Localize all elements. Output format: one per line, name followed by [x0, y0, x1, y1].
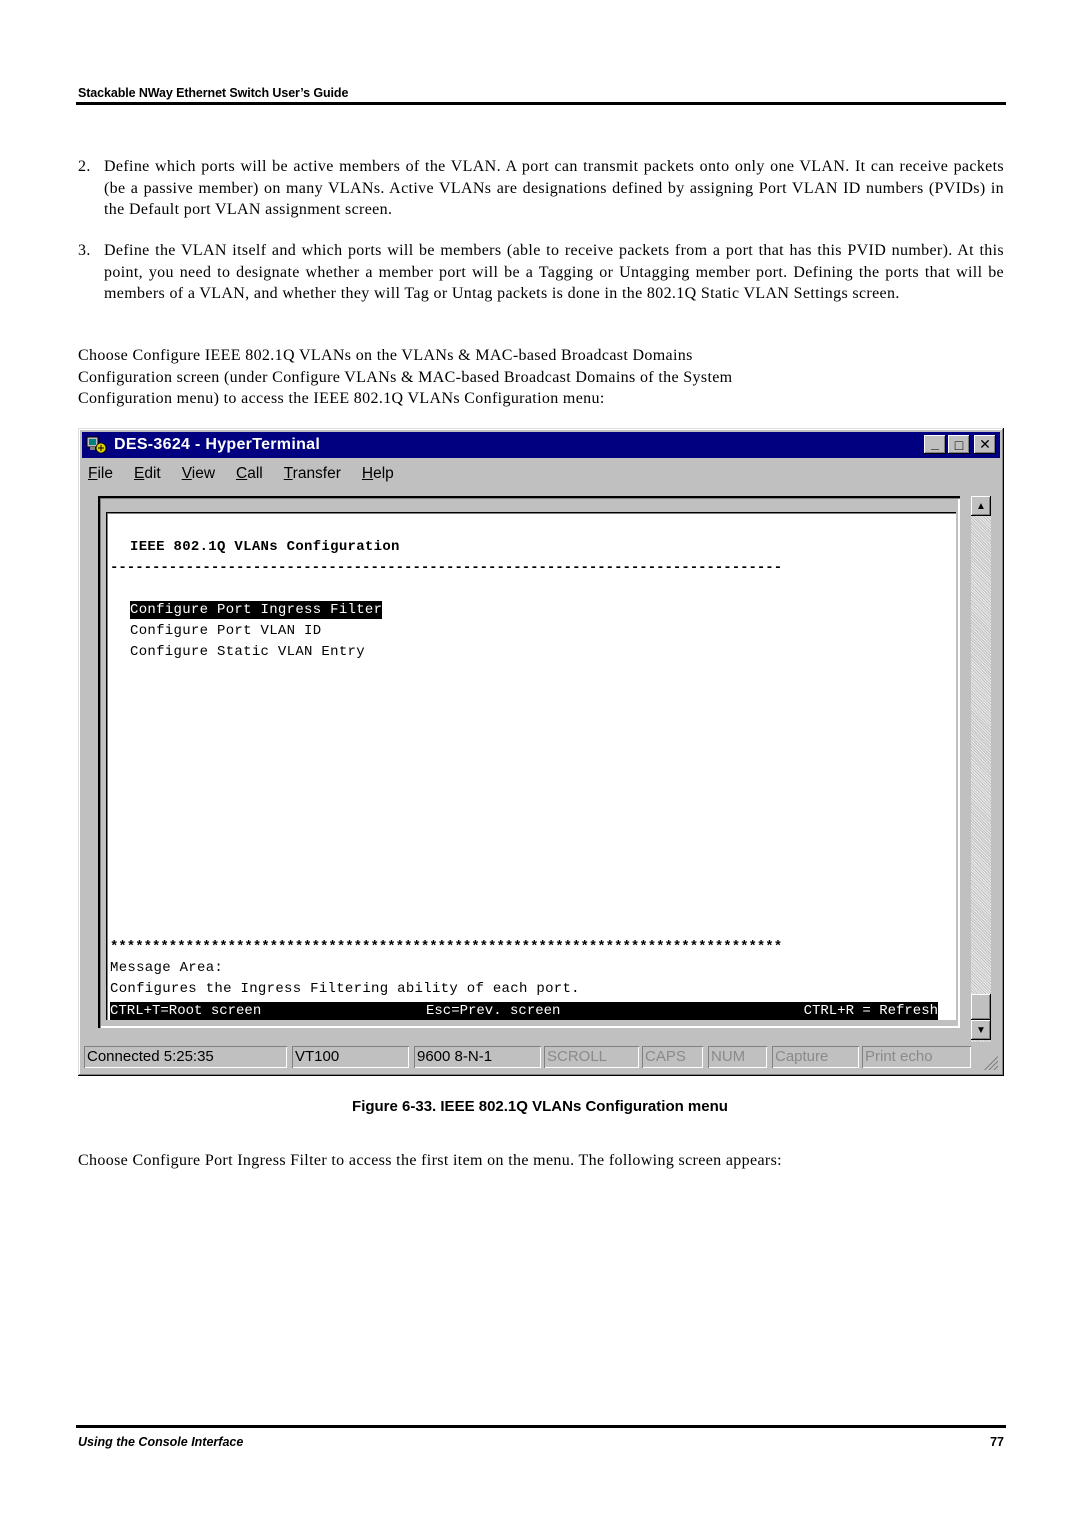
hyperterminal-app-icon — [86, 435, 108, 455]
status-bar: Connected 5:25:35 VT100 9600 8-N-1 SCROL… — [82, 1044, 1000, 1072]
intro-line: Configuration screen (under Configure VL… — [78, 368, 733, 386]
terminal-heading: IEEE 802.1Q VLANs Configuration — [130, 539, 400, 555]
star-divider: ****************************************… — [110, 939, 783, 955]
title-bar[interactable]: DES-3624 - HyperTerminal _ □ ✕ — [82, 432, 1000, 458]
step-3: 3. Define the VLAN itself and which port… — [78, 240, 1004, 305]
arrow-up-icon: ▲ — [976, 500, 986, 512]
menu-item-ingress-filter[interactable]: Configure Port Ingress Filter — [130, 601, 383, 619]
menu-label: dit — [144, 465, 161, 482]
menu-file[interactable]: File — [88, 465, 113, 483]
menu-accel: T — [283, 465, 293, 482]
message-text: Configures the Ingress Filtering ability… — [110, 981, 580, 997]
running-header: Stackable NWay Ethernet Switch User’s Gu… — [78, 86, 349, 100]
menu-label: ile — [97, 465, 113, 482]
intro-line: Configuration menu) to access the IEEE 8… — [78, 390, 605, 407]
menu-view[interactable]: View — [182, 465, 215, 483]
menu-item-port-vlan-id[interactable]: Configure Port VLAN ID — [130, 622, 321, 640]
status-scroll: SCROLL — [544, 1046, 639, 1068]
status-capture: Capture — [772, 1046, 859, 1068]
menu-label: all — [247, 465, 263, 482]
arrow-down-icon: ▼ — [976, 1024, 986, 1036]
key-help-bar: CTRL+T=Root screen Esc=Prev. screen CTRL… — [110, 1002, 938, 1020]
menu-transfer[interactable]: Transfer — [284, 465, 341, 483]
terminal-screen[interactable]: IEEE 802.1Q VLANs Configuration --------… — [106, 512, 956, 1020]
footer-section-title: Using the Console Interface — [78, 1435, 244, 1449]
status-connection: Connected 5:25:35 — [84, 1046, 287, 1068]
intro-line: Choose Configure IEEE 802.1Q VLANs on th… — [78, 347, 693, 364]
menu-accel: E — [133, 465, 145, 482]
after-figure-paragraph: Choose Configure Port Ingress Filter to … — [78, 1152, 782, 1169]
window-title: DES-3624 - HyperTerminal — [114, 436, 321, 453]
maximize-icon: □ — [954, 436, 964, 453]
status-num: NUM — [708, 1046, 767, 1068]
menu-label: elp — [373, 465, 394, 482]
resize-grip-icon[interactable] — [982, 1054, 998, 1070]
close-button[interactable]: ✕ — [974, 435, 996, 454]
step-text: Define which ports will be active member… — [104, 158, 1004, 218]
step-number: 2. — [78, 158, 91, 175]
scroll-up-button[interactable]: ▲ — [971, 496, 991, 516]
menu-bar: File Edit View Call Transfer Help — [84, 462, 411, 486]
status-print-echo: Print echo — [862, 1046, 971, 1068]
step-2: 2. Define which ports will be active mem… — [78, 156, 1004, 221]
minimize-icon: _ — [931, 434, 939, 451]
vertical-scrollbar[interactable]: ▲ ▼ — [971, 496, 991, 1042]
minimize-button[interactable]: _ — [924, 435, 946, 454]
menu-label: iew — [191, 465, 216, 482]
figure-caption: Figure 6-33. IEEE 802.1Q VLANs Configura… — [352, 1098, 728, 1115]
status-port-settings: 9600 8-N-1 — [414, 1046, 541, 1068]
menu-edit[interactable]: Edit — [134, 465, 161, 483]
menu-label: ransfer — [292, 465, 341, 482]
menu-accel: H — [361, 465, 374, 482]
page-number: 77 — [990, 1435, 1004, 1449]
status-caps: CAPS — [642, 1046, 703, 1068]
key-refresh: CTRL+R = Refresh — [803, 1003, 938, 1019]
step-number: 3. — [78, 242, 91, 259]
menu-accel: C — [236, 465, 248, 482]
key-root-screen: CTRL+T=Root screen — [110, 1003, 262, 1019]
status-emulation: VT100 — [292, 1046, 409, 1068]
close-icon: ✕ — [979, 436, 991, 452]
menu-call[interactable]: Call — [236, 465, 263, 483]
menu-accel: V — [181, 465, 192, 482]
message-area-label: Message Area: — [110, 960, 224, 976]
scroll-down-button[interactable]: ▼ — [971, 1020, 991, 1040]
menu-help[interactable]: Help — [362, 465, 394, 483]
step-text: Define the VLAN itself and which ports w… — [104, 242, 1004, 302]
header-rule — [76, 102, 1006, 105]
scroll-thumb[interactable] — [971, 994, 991, 1020]
hyperterminal-window: DES-3624 - HyperTerminal _ □ ✕ File Edit… — [78, 428, 1004, 1076]
key-prev-screen: Esc=Prev. screen — [426, 1003, 561, 1019]
maximize-button[interactable]: □ — [948, 435, 970, 454]
intro-paragraph: Choose Configure IEEE 802.1Q VLANs on th… — [78, 345, 1004, 410]
menu-item-static-vlan-entry[interactable]: Configure Static VLAN Entry — [130, 643, 365, 661]
dash-divider: ----------------------------------------… — [110, 560, 783, 576]
footer-rule — [76, 1425, 1006, 1428]
